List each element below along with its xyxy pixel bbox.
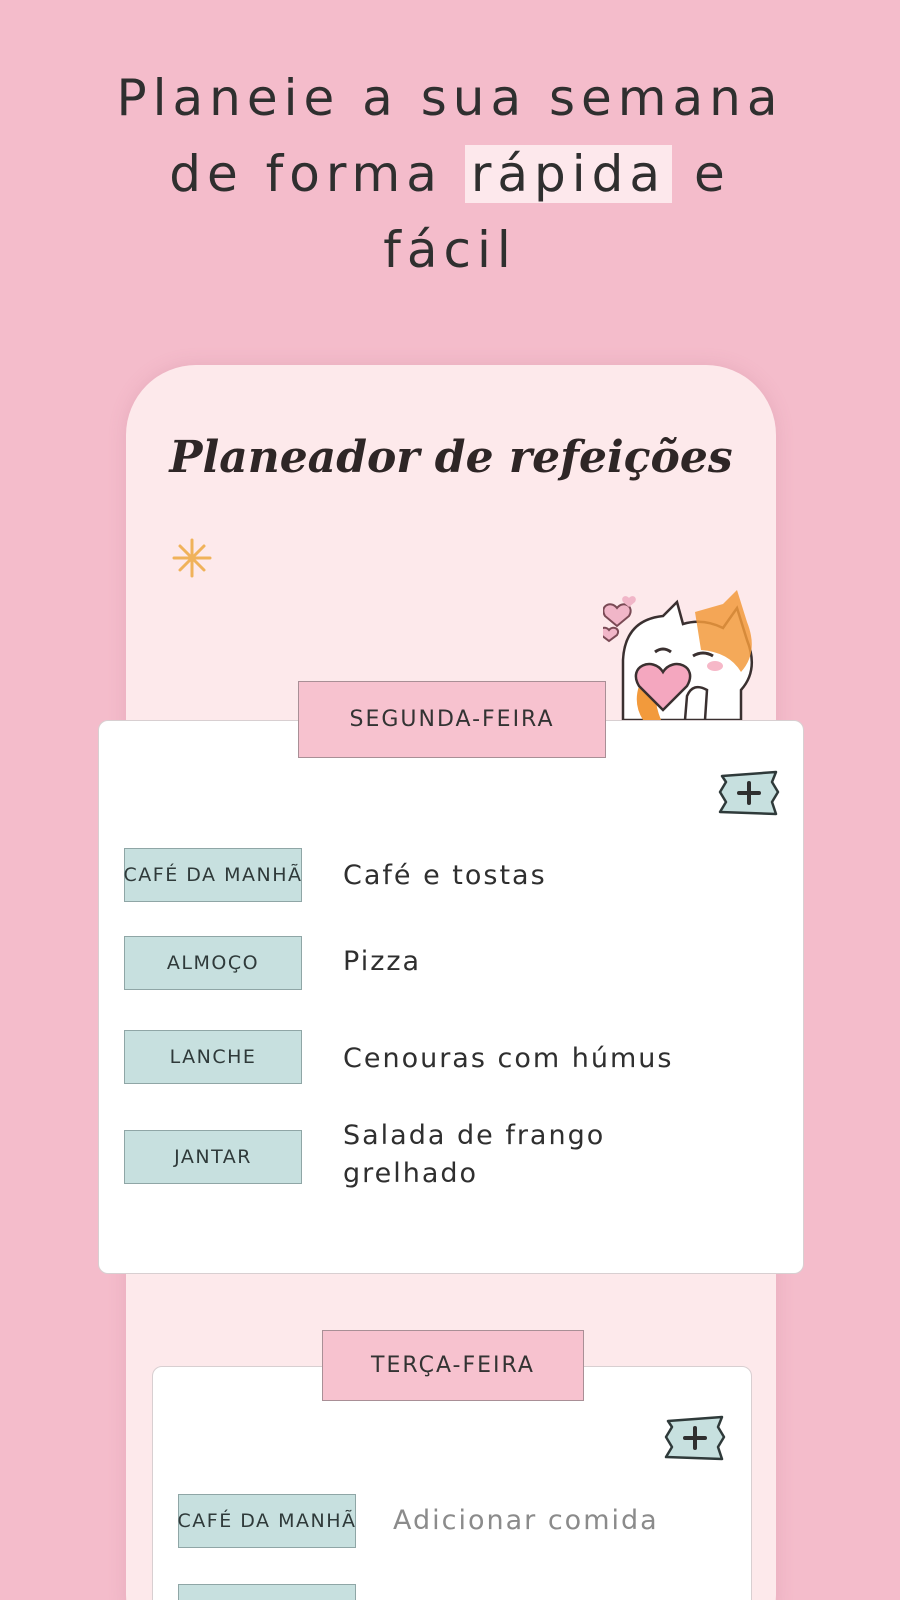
add-meal-button[interactable] [662, 1415, 728, 1461]
meal-label-breakfast: CAFÉ DA MANHÃ [124, 848, 302, 902]
meal-label-lunch: ALMOÇO [124, 936, 302, 990]
day-card-tuesday [152, 1366, 752, 1600]
day-tab-monday[interactable]: SEGUNDA-FEIRA [298, 681, 606, 758]
cat-mascot-icon [603, 590, 754, 720]
headline-line-2-start: de forma [169, 145, 443, 203]
meal-label-snack: LANCHE [124, 1030, 302, 1084]
meal-value-dinner[interactable]: Salada de frango grelhado [343, 1117, 663, 1193]
meal-value-lunch[interactable]: Pizza [343, 943, 763, 981]
headline-line-2: de forma rápida e [0, 136, 900, 212]
sparkle-icon [172, 538, 212, 578]
headline-line-1: Planeie a sua semana [116, 69, 784, 127]
app-title: Planeador de refeições [169, 432, 733, 483]
meal-label-partial [178, 1584, 356, 1600]
meal-label-breakfast: CAFÉ DA MANHÃ [178, 1494, 356, 1548]
headline-highlight: rápida [464, 145, 673, 203]
meal-label-dinner: JANTAR [124, 1130, 302, 1184]
add-meal-button[interactable] [716, 770, 782, 816]
day-tab-tuesday[interactable]: TERÇA-FEIRA [322, 1330, 584, 1401]
meal-value-breakfast[interactable]: Café e tostas [343, 857, 763, 895]
meal-value-snack[interactable]: Cenouras com húmus [343, 1040, 773, 1078]
add-food-input[interactable]: Adicionar comida [393, 1502, 733, 1540]
promo-headline: Planeie a sua semana de forma rápida e f… [0, 60, 900, 288]
headline-line-3: fácil [383, 221, 517, 279]
headline-line-2-end: e [693, 145, 731, 203]
